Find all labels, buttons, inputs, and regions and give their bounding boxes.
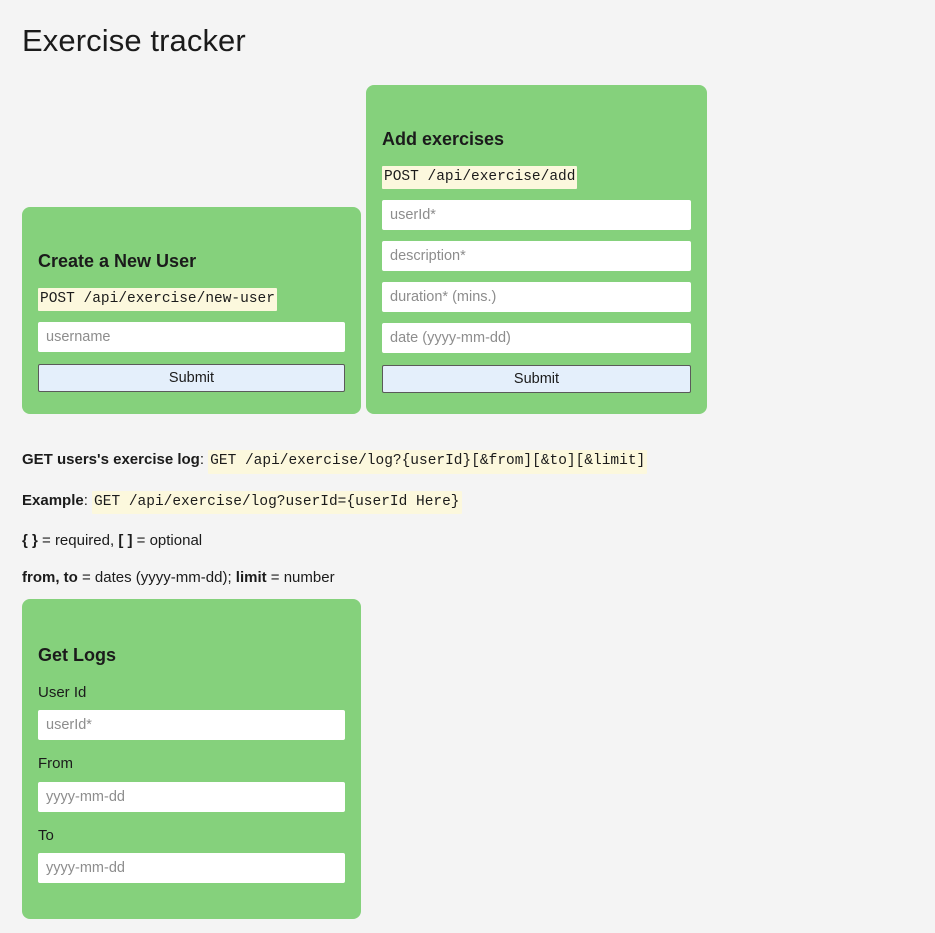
add-exercise-duration-input[interactable] (382, 282, 691, 313)
get-logs-userid-label: User Id (38, 683, 87, 701)
add-exercises-title: Add exercises (382, 129, 505, 149)
doc-line-get-log: GET users's exercise log: GET /api/exerc… (22, 450, 912, 474)
create-user-submit-button[interactable]: Submit (38, 364, 345, 393)
doc-line-legend: { } = required, [ ] = optional (22, 531, 912, 551)
add-exercise-submit-button[interactable]: Submit (382, 365, 691, 394)
doc-example-endpoint: GET /api/exercise/log?userId={userId Her… (92, 490, 462, 515)
doc-legend-brackets: [ ] (118, 532, 133, 550)
doc-params-from-to-text: = dates (yyyy-mm-dd); (77, 569, 236, 587)
add-exercises-endpoint: POST /api/exercise/add (382, 165, 578, 190)
page-title: Exercise tracker (22, 23, 246, 58)
get-logs-from-input[interactable] (38, 781, 345, 812)
add-exercise-description-input[interactable] (382, 241, 691, 272)
api-documentation: GET users's exercise log: GET /api/exerc… (22, 450, 912, 589)
doc-line-params: from, to = dates (yyyy-mm-dd); limit = n… (22, 568, 912, 588)
get-logs-from-label: From (38, 755, 73, 772)
get-logs-title: Get Logs (38, 645, 117, 665)
create-user-title: Create a New User (38, 251, 197, 271)
doc-params-limit: limit (235, 569, 267, 587)
doc-get-log-label: GET users's exercise log (22, 451, 200, 468)
doc-legend-brackets-text: = optional (132, 532, 203, 550)
create-user-card: Create a New User POST /api/exercise/new… (22, 207, 361, 414)
add-exercises-card: Add exercises POST /api/exercise/add Sub… (366, 85, 707, 414)
get-logs-userid-input[interactable] (38, 710, 345, 740)
doc-legend-braces-text: = required, (37, 532, 119, 550)
get-logs-card: Get Logs User Id From To (22, 599, 361, 919)
app-root: Exercise tracker Add exercises POST /api… (0, 0, 935, 933)
doc-get-log-endpoint: GET /api/exercise/log?{userId}[&from][&t… (208, 450, 648, 474)
get-logs-to-input[interactable] (38, 853, 345, 883)
add-exercise-userid-input[interactable] (382, 200, 691, 231)
doc-get-log-separator: : (199, 451, 209, 468)
doc-params-limit-text: = number (266, 569, 335, 587)
get-logs-to-label: To (38, 826, 54, 844)
doc-params-from-to: from, to (22, 569, 78, 587)
create-user-username-input[interactable] (38, 322, 345, 353)
create-user-endpoint: POST /api/exercise/new-user (38, 287, 277, 312)
create-user-endpoint-row: POST /api/exercise/new-user (38, 287, 345, 312)
doc-example-separator: : (83, 491, 93, 509)
doc-legend-braces: { } (22, 532, 38, 550)
doc-example-label: Example (22, 491, 84, 509)
doc-line-example: Example: GET /api/exercise/log?userId={u… (22, 490, 912, 515)
add-exercise-date-input[interactable] (382, 323, 691, 354)
add-exercises-endpoint-row: POST /api/exercise/add (382, 165, 691, 190)
